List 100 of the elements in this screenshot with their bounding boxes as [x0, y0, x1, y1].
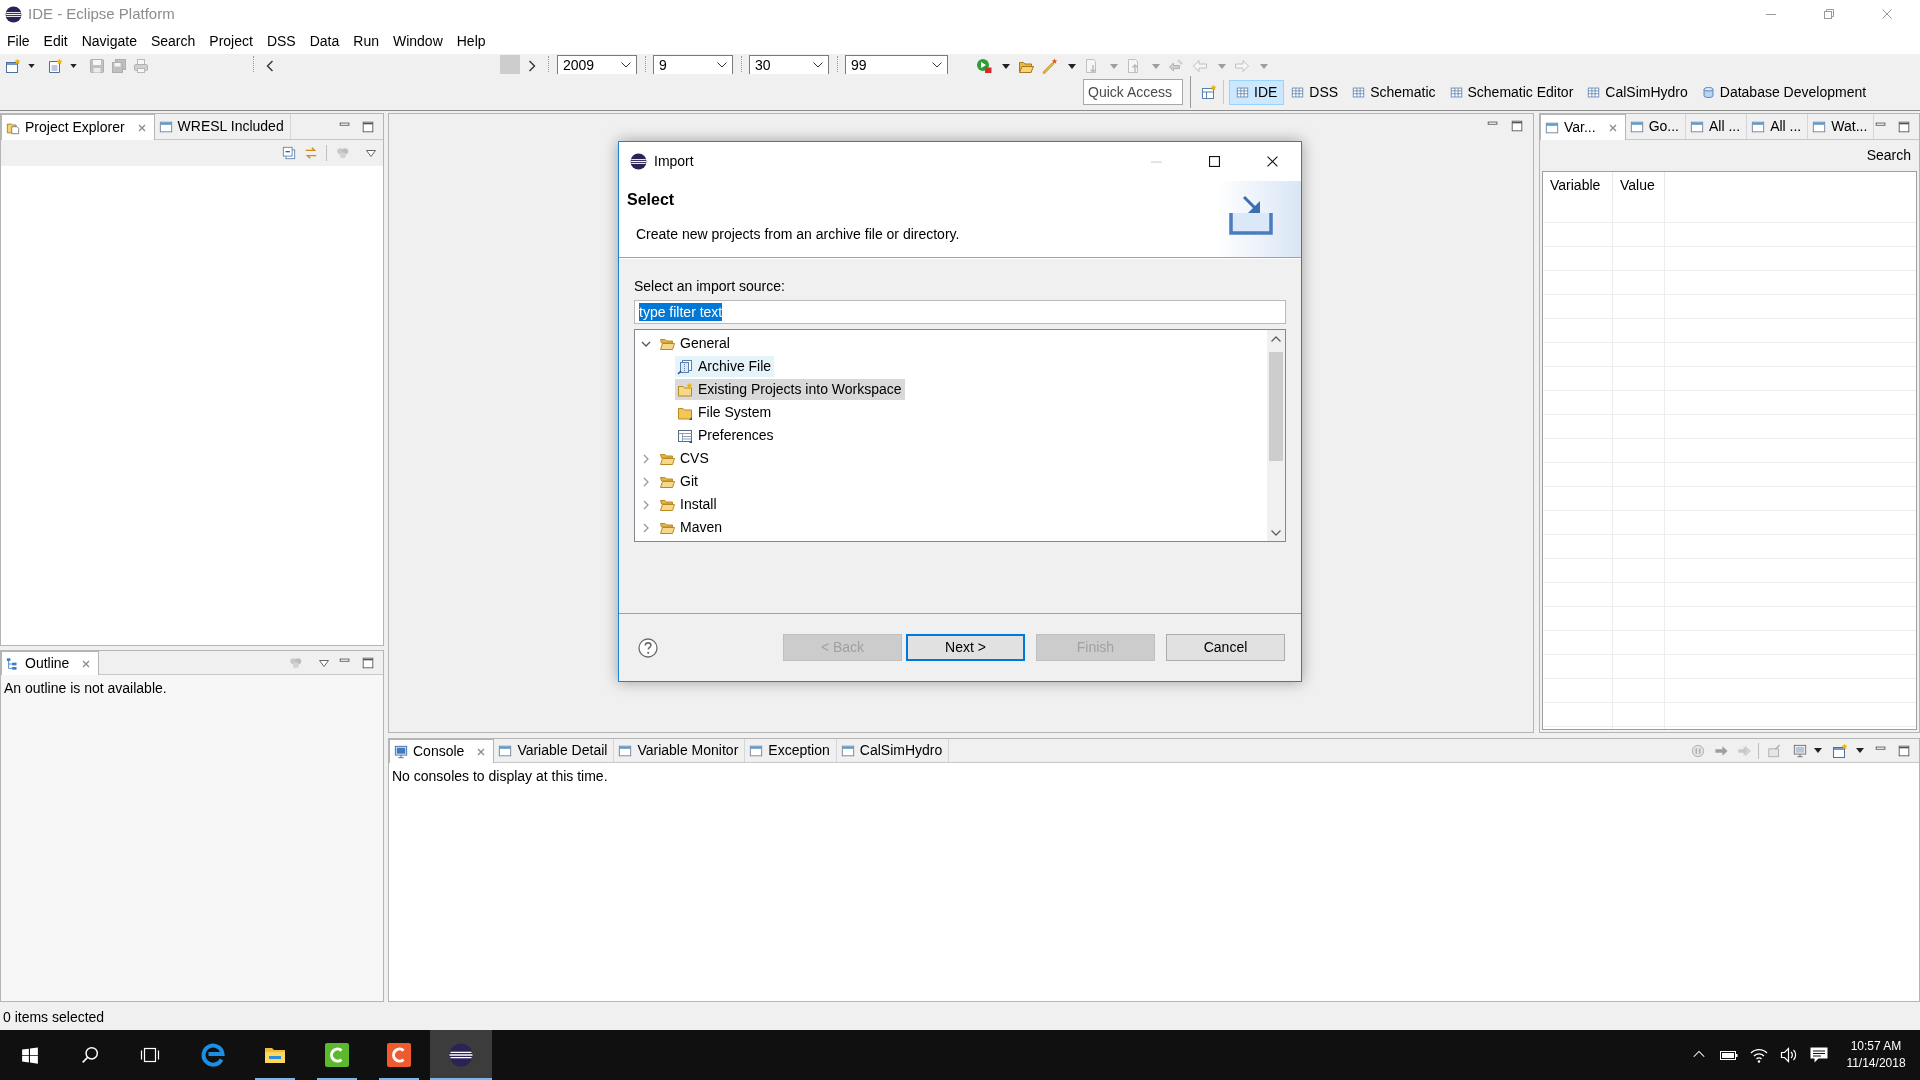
- run-icon[interactable]: [976, 58, 992, 74]
- monitor-icon[interactable]: [1793, 743, 1807, 758]
- column-header[interactable]: Value: [1613, 172, 1665, 199]
- perspective-button[interactable]: CalSimHydro: [1580, 79, 1695, 105]
- help-icon[interactable]: [638, 638, 658, 658]
- menu-item[interactable]: Help: [449, 30, 493, 52]
- view-tab[interactable]: Exception: [745, 739, 837, 762]
- view-tab[interactable]: Var...: [1540, 114, 1626, 140]
- view-tab[interactable]: WRESL Included: [154, 114, 291, 139]
- maximize-icon[interactable]: [1897, 743, 1911, 758]
- new-window-icon[interactable]: [1832, 742, 1848, 759]
- view-tab[interactable]: CalSimHydro: [836, 739, 950, 762]
- maximize-icon[interactable]: [1208, 156, 1220, 167]
- task-view-icon[interactable]: [140, 1046, 160, 1064]
- view-tab[interactable]: Project Explorer: [1, 114, 155, 140]
- view-tab[interactable]: Variable Monitor: [614, 739, 746, 762]
- close-icon[interactable]: [1266, 156, 1278, 167]
- tree-item[interactable]: File System: [675, 402, 775, 423]
- tree-item[interactable]: Preferences: [675, 425, 777, 446]
- maximize-icon[interactable]: [361, 655, 375, 670]
- menu-item[interactable]: Data: [302, 30, 347, 52]
- wifi-icon[interactable]: [1750, 1047, 1768, 1063]
- menu-item[interactable]: Window: [385, 30, 450, 52]
- app-tile-icon[interactable]: [387, 1043, 411, 1067]
- menu-item[interactable]: Search: [143, 30, 203, 52]
- column-header[interactable]: Variable: [1543, 172, 1613, 199]
- tree-item[interactable]: CVS: [657, 448, 712, 469]
- chevron-down-icon[interactable]: [1271, 530, 1281, 536]
- chevron-left-icon[interactable]: [266, 60, 274, 72]
- menu-item[interactable]: Edit: [36, 30, 75, 52]
- view-tab[interactable]: Go...: [1625, 114, 1686, 139]
- window-icon: [618, 743, 633, 758]
- tree-item[interactable]: Install: [657, 494, 720, 515]
- speaker-icon[interactable]: [1780, 1047, 1798, 1063]
- maximize-icon[interactable]: [1897, 119, 1912, 134]
- taskbar-button[interactable]: [430, 1030, 492, 1080]
- striped-circle-icon[interactable]: [449, 1043, 473, 1067]
- notification-icon[interactable]: [1810, 1047, 1828, 1063]
- clock-date[interactable]: 11/14/2018: [1846, 1055, 1906, 1072]
- menu-item[interactable]: DSS: [259, 30, 303, 52]
- caret-down-icon[interactable]: [28, 64, 35, 68]
- view-tab[interactable]: Wat...: [1808, 114, 1875, 139]
- new-window-icon[interactable]: [5, 58, 21, 74]
- menu-item[interactable]: Navigate: [74, 30, 144, 52]
- collapse-all-icon[interactable]: [282, 146, 296, 160]
- view-tab[interactable]: All ...: [1686, 114, 1748, 139]
- view-tab[interactable]: Variable Detail: [494, 739, 615, 762]
- tree-item[interactable]: Maven: [657, 517, 726, 538]
- caret-down-icon[interactable]: [70, 64, 77, 68]
- perspective-button[interactable]: Database Development: [1694, 79, 1874, 105]
- restore-icon[interactable]: [1824, 9, 1834, 19]
- app-tile-icon[interactable]: [325, 1043, 349, 1067]
- menu-item[interactable]: Project: [202, 30, 260, 52]
- link-arrows-icon[interactable]: [304, 146, 318, 160]
- perspective-button[interactable]: IDE: [1229, 79, 1285, 105]
- caret-down-icon[interactable]: [1002, 63, 1010, 69]
- tree-item[interactable]: General: [657, 333, 733, 354]
- perspective-button[interactable]: Schematic: [1345, 79, 1443, 105]
- tree-item[interactable]: Existing Projects into Workspace: [675, 379, 905, 400]
- window-icon: [1812, 119, 1827, 134]
- clock-time[interactable]: 10:57 AM: [1850, 1038, 1902, 1055]
- view-menu-icon[interactable]: [318, 657, 330, 668]
- view-tab[interactable]: Outline: [1, 651, 100, 675]
- dropdown-field[interactable]: 2009: [557, 55, 637, 74]
- chevron-up-icon[interactable]: [1271, 336, 1281, 342]
- menu-item[interactable]: Run: [346, 30, 386, 52]
- caret-down-icon[interactable]: [1068, 63, 1076, 69]
- pin-icon[interactable]: [1767, 743, 1782, 758]
- search-icon[interactable]: [81, 1046, 99, 1064]
- open-perspective-icon[interactable]: [1201, 84, 1217, 100]
- dropdown-field[interactable]: 30: [749, 55, 829, 74]
- quick-access-field[interactable]: Quick Access: [1083, 79, 1183, 105]
- view-tab[interactable]: All ...: [1747, 114, 1809, 139]
- dialog-button[interactable]: Cancel: [1166, 634, 1285, 661]
- filter-field[interactable]: type filter text: [634, 300, 1286, 324]
- scroll-thumb[interactable]: [500, 55, 520, 74]
- new-document-icon[interactable]: [47, 58, 63, 74]
- arrow-right-icon[interactable]: [1714, 743, 1729, 758]
- view-menu-icon[interactable]: [365, 148, 377, 158]
- dialog-button[interactable]: Next >: [906, 634, 1025, 661]
- menu-item[interactable]: File: [0, 30, 37, 52]
- view-tab[interactable]: Console: [389, 739, 495, 763]
- start-icon[interactable]: [21, 1046, 39, 1064]
- chevron-right-icon[interactable]: [528, 60, 536, 72]
- caret-down-icon[interactable]: [1814, 748, 1822, 753]
- tree-item[interactable]: Git: [657, 471, 701, 492]
- caret-down-icon[interactable]: [1856, 748, 1864, 753]
- dropdown-field[interactable]: 99: [845, 55, 948, 74]
- letter-e-icon[interactable]: [201, 1043, 225, 1067]
- dropdown-field[interactable]: 9: [653, 55, 733, 74]
- search-button[interactable]: Search: [1860, 145, 1917, 166]
- battery-icon[interactable]: [1719, 1048, 1739, 1062]
- perspective-button[interactable]: Schematic Editor: [1442, 79, 1581, 105]
- maximize-icon[interactable]: [1510, 119, 1524, 133]
- pause-icon[interactable]: [1691, 743, 1705, 758]
- maximize-icon[interactable]: [361, 119, 375, 134]
- wand-icon[interactable]: [1042, 58, 1058, 74]
- tree-item[interactable]: Archive File: [675, 356, 775, 377]
- perspective-button[interactable]: DSS: [1284, 79, 1346, 105]
- scrollbar-thumb[interactable]: [1269, 352, 1283, 461]
